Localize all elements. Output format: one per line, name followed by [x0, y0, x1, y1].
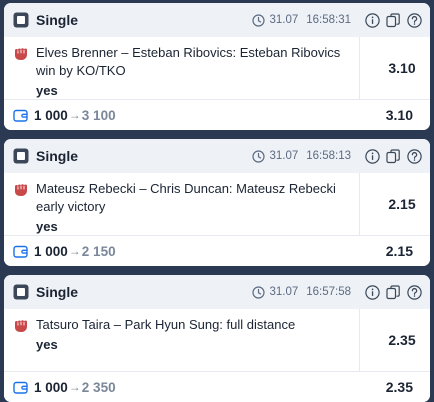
potential-payout: 2 150	[81, 243, 116, 259]
bet-card-body: Mateusz Rebecki – Chris Duncan: Mateusz …	[4, 173, 430, 236]
help-icon[interactable]	[407, 148, 422, 164]
bet-outcome: yes	[36, 337, 58, 352]
bet-type-label: Single	[36, 284, 79, 300]
event-description: Elves Brenner – Esteban Ribovics: Esteba…	[36, 45, 341, 78]
wallet-icon	[13, 380, 28, 395]
bet-card-header: Single 31.07 16:58:13	[4, 139, 430, 173]
bet-selection: Tatsuro Taira – Park Hyun Sung: full dis…	[4, 309, 359, 371]
bet-outcome: yes	[36, 219, 58, 234]
bet-type-label: Single	[36, 148, 79, 164]
wallet-icon	[13, 108, 28, 123]
help-icon[interactable]	[407, 12, 422, 28]
wallet-icon	[13, 244, 28, 259]
fist-icon	[13, 181, 29, 197]
bet-card-3[interactable]: Single 31.07 16:57:58 Tatsuro Taira – Pa…	[4, 275, 430, 402]
info-icon[interactable]	[365, 148, 380, 164]
info-icon[interactable]	[365, 284, 380, 300]
event-description: Mateusz Rebecki – Chris Duncan: Mateusz …	[36, 181, 336, 214]
copy-icon[interactable]	[386, 284, 401, 300]
fist-icon	[13, 317, 29, 333]
copy-icon[interactable]	[386, 12, 401, 28]
bet-date: 31.07	[269, 14, 299, 26]
stake-amount: 1 000	[34, 243, 68, 259]
bet-card-footer: 1 000 → 2 350 2.35	[4, 372, 430, 402]
bet-card-header: Single 31.07 16:58:31	[4, 3, 430, 37]
bet-card-footer: 1 000 → 2 150 2.15	[4, 236, 430, 266]
bet-card-2[interactable]: Single 31.07 16:58:13 Mateusz Rebecki – …	[4, 139, 430, 266]
arrow-icon: →	[68, 108, 81, 122]
stake-amount: 1 000	[34, 379, 68, 395]
selection-odds: 2.15	[359, 173, 430, 235]
help-icon[interactable]	[407, 284, 422, 300]
total-odds: 2.35	[385, 379, 413, 395]
bet-card-header: Single 31.07 16:57:58	[4, 275, 430, 309]
clock-icon	[252, 13, 266, 27]
single-ticket-icon	[13, 12, 29, 28]
total-odds: 3.10	[385, 107, 413, 123]
single-ticket-icon	[13, 284, 29, 300]
header-actions	[365, 148, 422, 164]
selection-odds: 3.10	[359, 37, 430, 99]
selection-odds: 2.35	[359, 309, 430, 371]
fist-icon	[13, 45, 29, 61]
bet-card-body: Elves Brenner – Esteban Ribovics: Esteba…	[4, 37, 430, 100]
stake-amount: 1 000	[34, 107, 68, 123]
arrow-icon: →	[68, 380, 81, 394]
info-icon[interactable]	[365, 12, 380, 28]
event-description: Tatsuro Taira – Park Hyun Sung: full dis…	[36, 317, 296, 332]
clock-icon	[252, 285, 266, 299]
bet-date: 31.07	[269, 150, 299, 162]
potential-payout: 3 100	[81, 107, 116, 123]
bet-type-label: Single	[36, 12, 79, 28]
header-actions	[365, 284, 422, 300]
bet-card-body: Tatsuro Taira – Park Hyun Sung: full dis…	[4, 309, 430, 372]
copy-icon[interactable]	[386, 148, 401, 164]
header-actions	[365, 12, 422, 28]
bet-card-footer: 1 000 → 3 100 3.10	[4, 100, 430, 130]
potential-payout: 2 350	[81, 379, 116, 395]
arrow-icon: →	[68, 244, 81, 258]
bet-date: 31.07	[269, 286, 299, 298]
bet-time: 16:57:58	[306, 286, 351, 298]
bet-time: 16:58:31	[306, 14, 351, 26]
single-ticket-icon	[13, 148, 29, 164]
bet-card-1[interactable]: Single 31.07 16:58:31 Elves Brenner – Es…	[4, 3, 430, 130]
bet-time: 16:58:13	[306, 150, 351, 162]
total-odds: 2.15	[385, 243, 413, 259]
bet-selection: Elves Brenner – Esteban Ribovics: Esteba…	[4, 37, 359, 99]
bet-selection: Mateusz Rebecki – Chris Duncan: Mateusz …	[4, 173, 359, 235]
bet-outcome: yes	[36, 83, 58, 98]
clock-icon	[252, 149, 266, 163]
